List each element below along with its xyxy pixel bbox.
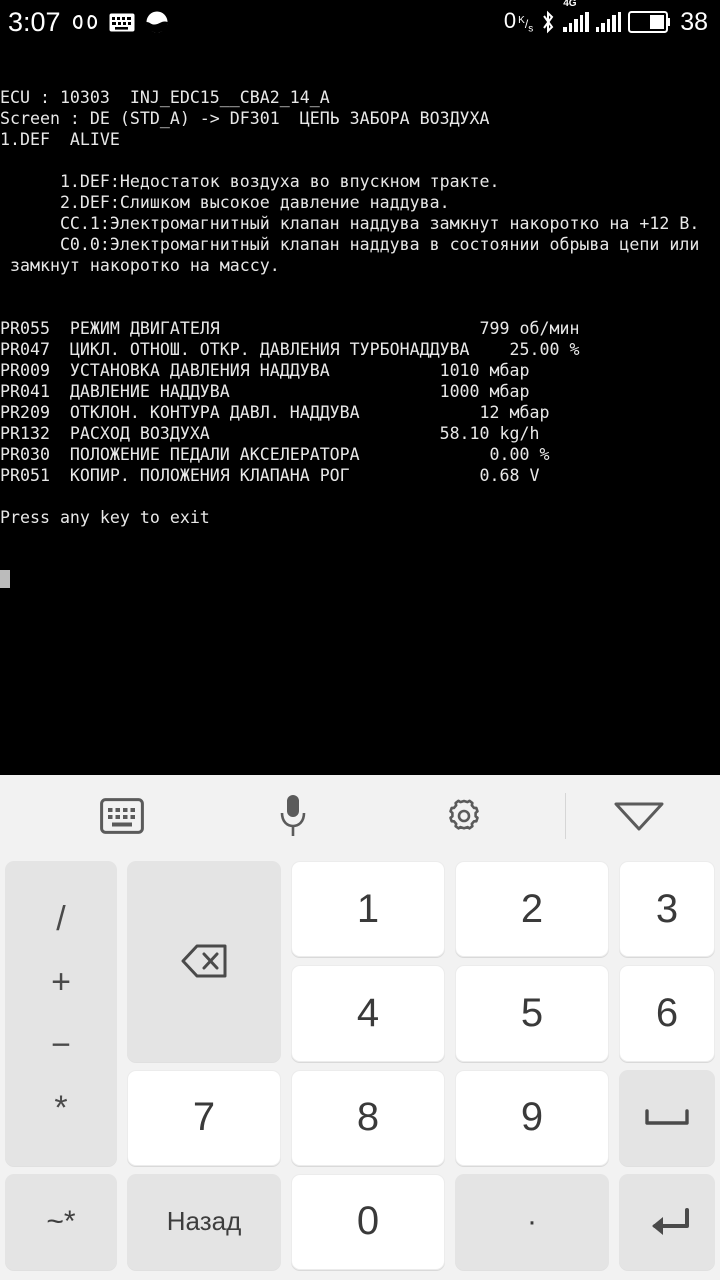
weather-icon [145,10,169,34]
terminal-line: Press any key to exit [0,508,210,527]
key-1[interactable]: 1 [291,861,445,958]
keyboard-switch-icon[interactable] [57,775,187,857]
battery-icon [628,11,671,33]
terminal-cursor [0,570,10,588]
key-6[interactable]: 6 [619,965,715,1062]
signal-bars-sim2 [595,12,622,32]
terminal-line: PR047 ЦИКЛ. ОТНОШ. ОТКР. ДАВЛЕНИЯ ТУРБОН… [0,340,580,359]
signal-4g: 4G [563,0,589,32]
terminal-line: PR051 КОПИР. ПОЛОЖЕНИЯ КЛАПАНА РОГ 0.68 … [0,466,540,485]
terminal-line: ECU : 10303 INJ_EDC15__CBA2_14_A [0,88,330,107]
battery-percent: 38 [680,7,708,36]
terminal-lines: ECU : 10303 INJ_EDC15__CBA2_14_A Screen :… [0,87,720,528]
space-icon [643,1107,691,1129]
key-dot[interactable]: · [455,1173,609,1270]
backspace-key[interactable] [127,861,281,1062]
enter-icon [643,1206,691,1238]
signal-bars-sim1 [563,12,589,32]
backspace-icon [180,943,228,979]
key-7[interactable]: 7 [127,1069,281,1166]
terminal-line: замкнут накоротко на массу. [0,256,280,275]
terminal-line: C0.0:Электромагнитный клапан наддува в с… [0,235,700,254]
terminal-line: PR030 ПОЛОЖЕНИЕ ПЕДАЛИ АКСЕЛЕРАТОРА 0.00… [0,445,550,464]
key-operator-slash[interactable]: / [56,902,65,936]
infinity-icon [71,12,99,32]
enter-key[interactable] [619,1173,715,1270]
space-key[interactable] [619,1069,715,1166]
terminal-line: 1.DEF:Недостаток воздуха во впускном тра… [0,172,500,191]
key-5[interactable]: 5 [455,965,609,1062]
on-screen-keyboard[interactable]: / + − * 1 2 3 4 5 6 7 8 9 ~* Назад 0 · [0,775,720,1280]
key-2[interactable]: 2 [455,861,609,958]
keyboard-settings-icon[interactable] [399,775,529,857]
key-3[interactable]: 3 [619,861,715,958]
hide-keyboard-icon[interactable] [574,775,704,857]
terminal-line: Screen : DE (STD_A) -> DF301 ЦЕПЬ ЗАБОРА… [0,109,490,128]
terminal-line: PR209 ОТКЛОН. КОНТУРА ДАВЛ. НАДДУВА 12 м… [0,403,550,422]
key-operator-asterisk[interactable]: * [54,1091,67,1125]
network-type-label: 4G [563,0,577,9]
key-tilde-asterisk[interactable]: ~* [5,1173,117,1270]
terminal-line: 1.DEF ALIVE [0,130,120,149]
key-4[interactable]: 4 [291,965,445,1062]
key-0[interactable]: 0 [291,1173,445,1270]
voice-input-icon[interactable] [228,775,358,857]
keypad-grid: / + − * 1 2 3 4 5 6 7 8 9 ~* Назад 0 · [0,857,720,1280]
network-speed: 0 K/s [503,7,534,35]
key-operators[interactable]: / + − * [5,861,117,1166]
keyboard-icon [109,13,135,32]
key-operator-plus[interactable]: + [51,965,71,999]
status-bar: 3:07 0 K/s 4G 38 [0,0,720,44]
key-operator-minus[interactable]: − [51,1028,71,1062]
status-bar-right: 0 K/s 4G 38 [503,0,708,36]
terminal-line: PR055 РЕЖИМ ДВИГАТЕЛЯ 799 об/мин [0,319,580,338]
terminal-line: CC.1:Электромагнитный клапан наддува зам… [0,214,700,233]
terminal-line: PR132 РАСХОД ВОЗДУХА 58.10 kg/h [0,424,540,443]
bluetooth-icon [540,10,556,34]
key-8[interactable]: 8 [291,1069,445,1166]
key-back[interactable]: Назад [127,1173,281,1270]
terminal-output[interactable]: ECU : 10303 INJ_EDC15__CBA2_14_A Screen :… [0,44,720,775]
status-bar-left: 3:07 [8,6,169,37]
keyboard-toolbar [0,775,720,857]
terminal-line: PR009 УСТАНОВКА ДАВЛЕНИЯ НАДДУВА 1010 мб… [0,361,530,380]
network-speed-unit: K/s [518,14,534,35]
toolbar-divider [565,793,566,839]
network-speed-value: 0 [503,7,517,33]
terminal-line: 2.DEF:Слишком высокое давление наддува. [0,193,450,212]
key-9[interactable]: 9 [455,1069,609,1166]
status-clock: 3:07 [8,6,61,37]
terminal-line: PR041 ДАВЛЕНИЕ НАДДУВА 1000 мбар [0,382,530,401]
